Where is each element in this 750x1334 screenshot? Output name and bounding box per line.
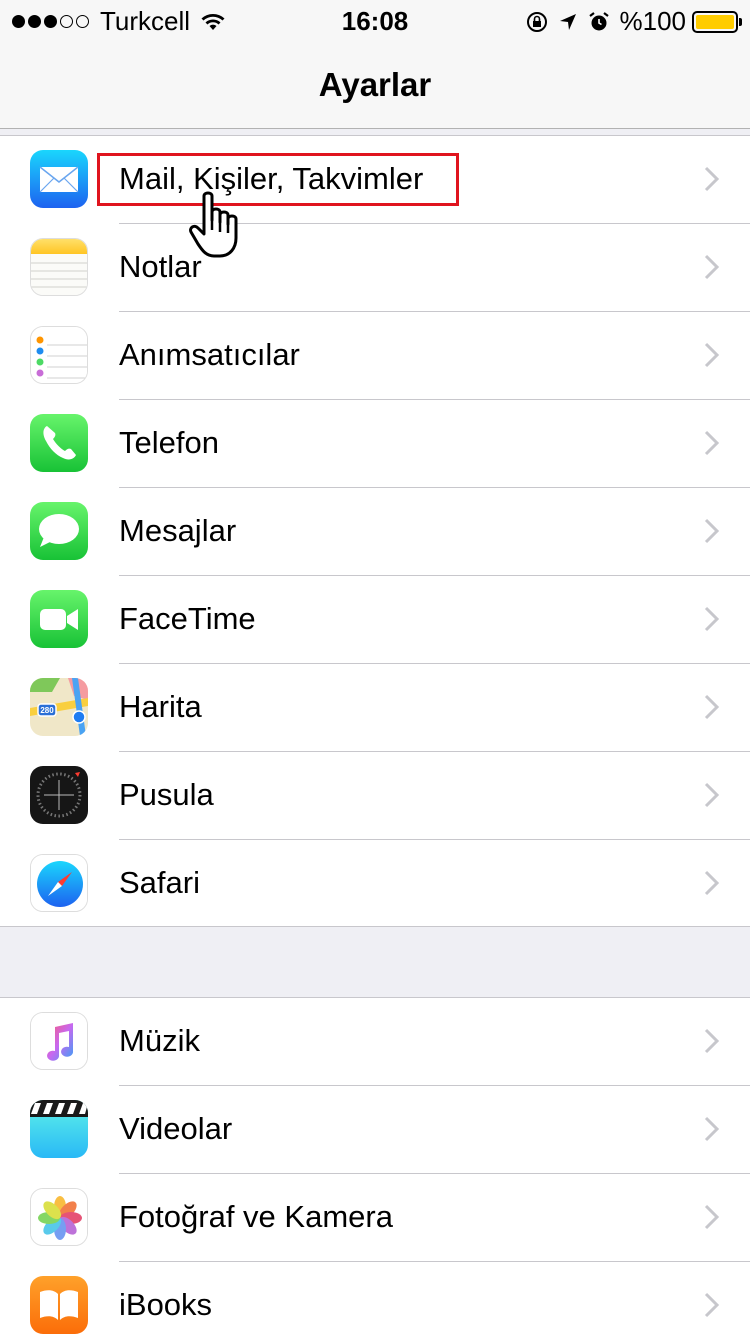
settings-row-reminders[interactable]: Anımsatıcılar (0, 312, 750, 400)
status-bar: Turkcell 16:08 %100 (0, 0, 750, 40)
settings-row-label: Müzik (119, 1023, 200, 1058)
settings-row-label: Videolar (119, 1111, 233, 1146)
settings-row-phone[interactable]: Telefon (0, 400, 750, 488)
phone-icon (30, 414, 88, 472)
ibooks-icon (30, 1276, 88, 1334)
maps-icon: 280 (30, 678, 88, 736)
hand-pointer-icon (189, 191, 238, 258)
settings-row-label: Fotoğraf ve Kamera (119, 1199, 393, 1234)
settings-group-2: Müzik Videolar Fotoğraf ve Kamera iBooks (0, 997, 750, 1334)
photos-icon (30, 1188, 88, 1246)
chevron-right-icon (704, 1292, 720, 1318)
compass-icon (30, 766, 88, 824)
mail-icon (30, 150, 88, 208)
page-title: Ayarlar (318, 66, 432, 103)
settings-row-label: Anımsatıcılar (119, 337, 300, 372)
settings-row-maps[interactable]: 280 Harita (0, 664, 750, 752)
settings-row-ibooks[interactable]: iBooks (0, 1262, 750, 1334)
chevron-right-icon (704, 870, 720, 896)
settings-row-label: Telefon (119, 425, 219, 460)
settings-row-music[interactable]: Müzik (0, 998, 750, 1086)
videos-icon (30, 1100, 88, 1158)
safari-icon (30, 854, 88, 912)
settings-row-notes[interactable]: Notlar (0, 224, 750, 312)
settings-row-label: Harita (119, 689, 202, 724)
chevron-right-icon (704, 694, 720, 720)
music-icon (30, 1012, 88, 1070)
location-icon (559, 13, 576, 30)
chevron-right-icon (704, 342, 720, 368)
chevron-right-icon (704, 606, 720, 632)
settings-row-label: Pusula (119, 777, 214, 812)
settings-row-label: FaceTime (119, 601, 256, 636)
chevron-right-icon (704, 1028, 720, 1054)
settings-row-photos[interactable]: Fotoğraf ve Kamera (0, 1174, 750, 1262)
chevron-right-icon (704, 1116, 720, 1142)
settings-row-label: Mesajlar (119, 513, 237, 548)
settings-row-compass[interactable]: Pusula (0, 752, 750, 840)
navigation-bar: Ayarlar (0, 40, 750, 129)
chevron-right-icon (704, 166, 720, 192)
svg-text:280: 280 (40, 706, 54, 715)
settings-row-videos[interactable]: Videolar (0, 1086, 750, 1174)
settings-row-facetime[interactable]: FaceTime (0, 576, 750, 664)
facetime-icon (30, 590, 88, 648)
alarm-icon (588, 11, 609, 30)
messages-icon (30, 502, 88, 560)
settings-group-1: Mail, Kişiler, Takvimler Notlar Anımsatı… (0, 135, 750, 927)
chevron-right-icon (704, 254, 720, 280)
settings-row-messages[interactable]: Mesajlar (0, 488, 750, 576)
settings-row-label: iBooks (119, 1287, 213, 1322)
battery-percent: %100 (619, 6, 687, 36)
reminders-icon (30, 326, 88, 384)
settings-row-label: Safari (119, 865, 200, 900)
chevron-right-icon (704, 518, 720, 544)
highlight-box (97, 153, 459, 206)
chevron-right-icon (704, 1204, 720, 1230)
chevron-right-icon (704, 430, 720, 456)
settings-row-safari[interactable]: Safari (0, 840, 750, 928)
chevron-right-icon (704, 782, 720, 808)
notes-icon (30, 238, 88, 296)
battery-icon (692, 10, 742, 33)
orientation-lock-icon (526, 11, 547, 32)
